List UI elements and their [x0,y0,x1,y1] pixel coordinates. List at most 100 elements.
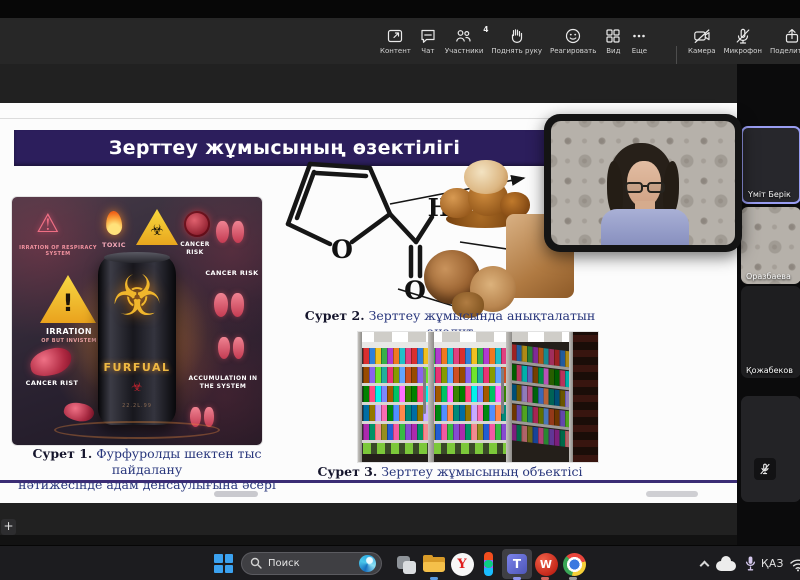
hazard-label-irritation: IRRATION [40,327,98,337]
onedrive-cloud-icon[interactable] [716,561,736,571]
react-label: Реагировать [550,47,596,55]
shelf-row [363,367,509,383]
participant-tile[interactable] [741,396,800,502]
task-view-icon [394,552,418,576]
lungs-icon [216,221,244,243]
ring-oxygen-atom: O [331,235,353,264]
door-handle [501,368,504,414]
figma-icon [481,552,499,576]
can-biohazard-symbol: ☣ [98,269,176,325]
slide-scrollbar-thumb[interactable] [214,491,258,497]
running-indicator [513,577,521,580]
hazard-label-cancer-top: CANCER RISK [172,241,218,256]
content-share-label: Контент [380,47,411,55]
sugared-pastry-piece [464,160,508,194]
content-share-button[interactable]: Контент [376,18,415,64]
search-highlights-icon [359,555,376,572]
meeting-window: Контент Чат 4 Участники Поднять руку Реа… [0,0,800,580]
participant-name: Үміт Берік [748,190,791,199]
share-label: Поделиться [770,47,800,55]
slide-scrollbar-thumb[interactable] [646,491,698,497]
hazard-label-toxic: TOXIC [92,241,136,249]
figure3-caption: Сурет 3. Зерттеу жұмысының объектісі [298,464,602,480]
participant-name: Оразбаева [746,272,791,281]
running-indicator [569,577,577,580]
chat-icon [419,27,437,45]
door-frame [506,332,512,462]
bottom-crates [363,443,509,454]
figure1-caption-line1: Фурфуролды шектен тыс пайдалану [96,446,261,477]
furfural-can: ☣ FURFUAL ☣ 22.2L.99 [98,257,176,425]
biohazard-glyph: ☣ [136,223,178,238]
can-small-biohazard: ☣ [98,381,176,394]
yandex-browser-icon: Y [451,553,474,576]
door-frame [428,332,434,462]
slide-footer-rule [0,480,737,483]
wifi-icon[interactable] [789,557,800,576]
camera-off-icon [693,27,711,45]
teams-button-active[interactable]: T [502,549,532,579]
presenter-glasses [623,182,667,196]
fridge-angled-section [510,340,572,458]
tray-microphone-icon[interactable] [744,555,757,576]
participants-label: Участники [445,47,484,55]
microphone-toggle-button[interactable]: Микрофон [720,18,766,64]
zoom-plus-button[interactable]: + [1,519,16,535]
participant-tile[interactable]: Оразбаева [741,207,800,284]
fridge-far-column [572,332,598,462]
chat-button[interactable]: Чат [415,18,441,64]
biohazard-triangle-icon: ☣ [136,209,178,245]
folder-icon [421,552,447,576]
start-button[interactable] [214,554,233,573]
yandex-browser-button[interactable]: Y [449,551,475,577]
task-view-button[interactable] [393,551,419,577]
more-button[interactable]: Еще [626,18,652,64]
figure3-caption-text: Зерттеу жұмысының объектісі [381,464,582,479]
chrome-button[interactable] [561,551,587,577]
smiley-icon [564,27,582,45]
view-label: Вид [606,47,620,55]
can-brand-text: FURFUAL [98,361,176,374]
running-indicator [541,577,549,580]
react-button[interactable]: Реагировать [546,18,600,64]
shelf-row [363,424,509,440]
camera-toggle-button[interactable]: Камера [684,18,720,64]
chrome-icon [563,553,586,576]
raise-hand-button[interactable]: Поднять руку [487,18,546,64]
more-ellipsis-icon [630,27,648,45]
can-batch-code: 22.2L.99 [98,403,176,409]
participant-tile-active[interactable]: Үміт Берік [741,126,800,204]
file-explorer-button[interactable] [421,551,447,577]
lungs-icon [214,293,244,317]
camera-label: Камера [688,47,716,55]
participant-tile[interactable]: Қожабеков [741,286,800,378]
share-up-arrow-icon [783,27,800,45]
taskbar-search-box[interactable]: Поиск [241,552,382,575]
hazard-label-irritation-sub: OF BUT INVISTEM [36,338,102,344]
furfural-hazard-image: ⚠ IRRATION OF RESPIRACY SYSTEM TOXIC ☣ C… [12,197,262,445]
participants-button[interactable]: 4 Участники [441,18,488,64]
hazard-label-accumulation: ACCUMULATION IN THE SYSTEM [188,375,258,390]
chat-label: Чат [421,47,434,55]
mic-muted-badge [754,458,776,480]
share-screen-icon [386,27,404,45]
figma-button[interactable] [477,551,503,577]
running-indicator [430,577,438,580]
share-button[interactable]: Поделиться [766,18,800,64]
figure1-caption-label: Сурет 1. [32,446,92,461]
view-button[interactable]: Вид [600,18,626,64]
shelf-row [363,386,509,402]
wps-office-button[interactable]: W [533,551,559,577]
toolbar-main-group: Контент Чат 4 Участники Поднять руку Реа… [376,18,652,64]
presenter-video-overlay[interactable] [544,114,742,252]
keyboard-language-indicator[interactable]: ҚАЗ [761,558,784,570]
search-placeholder: Поиск [268,558,353,569]
fridge-angled-shelves [510,340,572,458]
tray-chevron-up-icon[interactable] [700,561,710,571]
fridge-front-section [362,342,510,454]
participants-panel: Үміт Берік Оразбаева Қожабеков [737,64,800,545]
wps-office-icon: W [535,553,558,576]
door-frame [569,332,573,462]
raise-hand-label: Поднять руку [491,47,542,55]
shelf-row [363,348,509,364]
